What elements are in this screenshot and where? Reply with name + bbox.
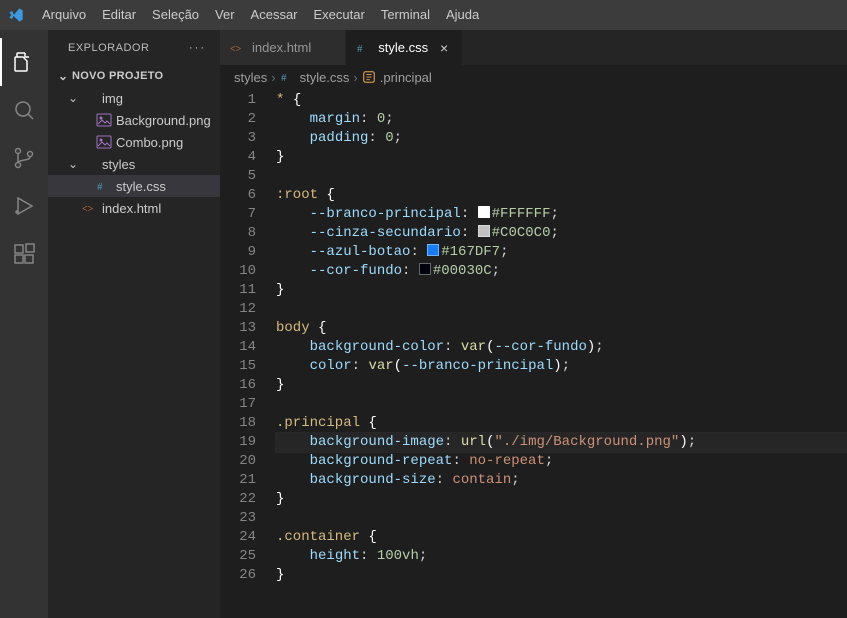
search-icon[interactable]: [0, 86, 48, 134]
file-Combo.png[interactable]: Combo.png: [48, 131, 220, 153]
menu-item-executar[interactable]: Executar: [306, 0, 373, 30]
menu-item-terminal[interactable]: Terminal: [373, 0, 438, 30]
tab-style-css[interactable]: # style.css ×: [346, 30, 463, 65]
tree-label: index.html: [102, 201, 161, 216]
breadcrumb-item[interactable]: style.css: [300, 70, 350, 85]
project-name: NOVO PROJETO: [72, 70, 163, 82]
svg-text:<>: <>: [82, 204, 94, 215]
color-swatch[interactable]: [478, 206, 490, 218]
close-icon[interactable]: ×: [436, 40, 452, 56]
color-swatch[interactable]: [478, 225, 490, 237]
sidebar-title: EXPLORADOR: [68, 42, 149, 54]
svg-text:#: #: [97, 181, 103, 193]
html-icon: <>: [82, 200, 98, 216]
chevron-right-icon: ›: [353, 70, 357, 85]
line-gutter: 1234567891011121314151617181920212223242…: [220, 89, 276, 618]
activitybar: [0, 30, 48, 618]
menubar: ArquivoEditarSeleçãoVerAcessarExecutarTe…: [34, 0, 487, 30]
menu-item-ver[interactable]: Ver: [207, 0, 243, 30]
css-icon: #: [96, 178, 112, 194]
menu-item-ajuda[interactable]: Ajuda: [438, 0, 487, 30]
svg-text:<>: <>: [230, 44, 242, 55]
css-icon: #: [356, 40, 372, 56]
sidebar: EXPLORADOR ··· ⌄ NOVO PROJETO ⌄ img Backgr…: [48, 30, 220, 618]
tree-label: styles: [102, 157, 135, 172]
color-swatch[interactable]: [419, 263, 431, 275]
source-control-icon[interactable]: [0, 134, 48, 182]
breadcrumb-item[interactable]: styles: [234, 70, 267, 85]
code-content[interactable]: * { margin: 0; padding: 0;} :root { --br…: [276, 89, 847, 618]
project-root[interactable]: ⌄ NOVO PROJETO: [48, 65, 220, 87]
menu-item-acessar[interactable]: Acessar: [243, 0, 306, 30]
file-index.html[interactable]: <> index.html: [48, 197, 220, 219]
tabbar: <> index.html # style.css ×: [220, 30, 847, 65]
tab-index-html[interactable]: <> index.html: [220, 30, 346, 65]
chevron-right-icon: ›: [271, 70, 275, 85]
titlebar: ArquivoEditarSeleçãoVerAcessarExecutarTe…: [0, 0, 847, 30]
editor-area: <> index.html # style.css × styles › # style.cs…: [220, 30, 847, 618]
breadcrumb[interactable]: styles›#style.css›.principal: [220, 65, 847, 89]
extensions-icon[interactable]: [0, 230, 48, 278]
symbol-icon: [362, 70, 376, 84]
tree-label: img: [102, 91, 123, 106]
folder-styles[interactable]: ⌄ styles: [48, 153, 220, 175]
file-style.css[interactable]: # style.css: [48, 175, 220, 197]
tree-label: Combo.png: [116, 135, 183, 150]
tab-label: index.html: [252, 40, 311, 55]
menu-item-seleção[interactable]: Seleção: [144, 0, 207, 30]
svg-text:#: #: [357, 43, 363, 55]
svg-text:#: #: [281, 72, 287, 84]
image-icon: [96, 112, 112, 128]
css-icon: #: [280, 69, 296, 85]
html-icon: <>: [230, 40, 246, 56]
explorer-icon[interactable]: [0, 38, 48, 86]
folder-img[interactable]: ⌄ img: [48, 87, 220, 109]
chevron-down-icon: ⌄: [68, 91, 82, 105]
chevron-down-icon: ⌄: [68, 157, 82, 171]
tab-label: style.css: [378, 40, 428, 55]
file-Background.png[interactable]: Background.png: [48, 109, 220, 131]
vscode-logo-icon: [8, 7, 24, 23]
image-icon: [96, 134, 112, 150]
menu-item-editar[interactable]: Editar: [94, 0, 144, 30]
menu-item-arquivo[interactable]: Arquivo: [34, 0, 94, 30]
color-swatch[interactable]: [427, 244, 439, 256]
tree-label: Background.png: [116, 113, 211, 128]
chevron-down-icon: ⌄: [58, 69, 72, 83]
file-tree: ⌄ NOVO PROJETO ⌄ img Background.png Combo.p…: [48, 65, 220, 219]
more-icon[interactable]: ···: [189, 42, 206, 54]
run-debug-icon[interactable]: [0, 182, 48, 230]
tree-label: style.css: [116, 179, 166, 194]
sidebar-header: EXPLORADOR ···: [48, 30, 220, 65]
breadcrumb-item[interactable]: .principal: [380, 70, 432, 85]
code-editor[interactable]: 1234567891011121314151617181920212223242…: [220, 89, 847, 618]
